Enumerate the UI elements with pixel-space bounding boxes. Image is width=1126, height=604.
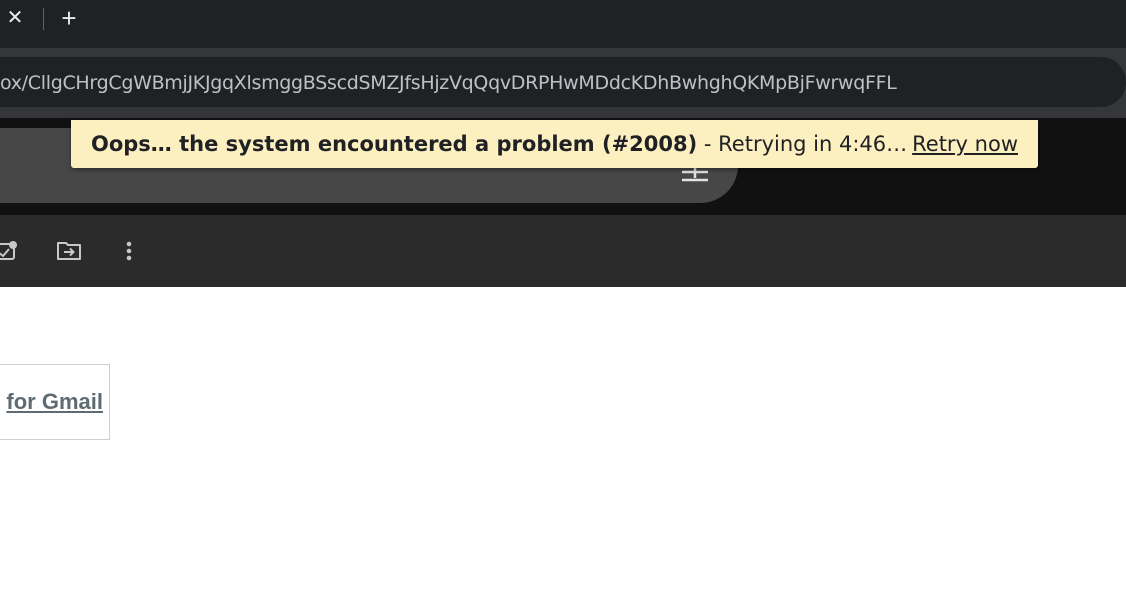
retry-countdown: - Retrying in 4:46…	[697, 132, 908, 156]
move-to-icon[interactable]	[56, 239, 82, 263]
new-tab-button[interactable]: +	[56, 5, 82, 31]
browser-tabstrip: ✕ +	[0, 0, 1126, 48]
error-title: Oops… the system encountered a problem (…	[91, 132, 698, 156]
more-vert-icon[interactable]	[124, 240, 134, 262]
retry-now-link[interactable]: Retry now	[912, 131, 1018, 157]
content-link-box: for Gmail	[0, 364, 110, 440]
url-text[interactable]: ox/CllgCHrgCgWBmjJKJgqXlsmggBSscdSMZJfsH…	[0, 71, 897, 95]
mail-toolbar	[0, 215, 1126, 287]
error-notification: Oops… the system encountered a problem (…	[71, 120, 1038, 168]
mark-done-icon[interactable]	[0, 239, 18, 263]
message-content	[0, 287, 1126, 604]
error-message: Oops… the system encountered a problem (…	[91, 131, 907, 157]
tab-close-button[interactable]: ✕	[4, 6, 26, 30]
tab-separator	[43, 8, 44, 30]
gmail-link[interactable]: for Gmail	[6, 389, 103, 415]
